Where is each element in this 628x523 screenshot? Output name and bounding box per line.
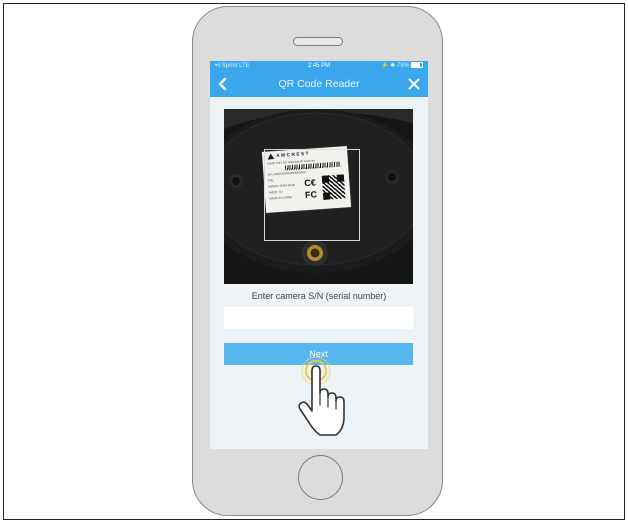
battery-icon xyxy=(411,62,423,69)
home-button-icon[interactable] xyxy=(298,455,343,500)
close-button[interactable] xyxy=(405,75,423,93)
phone-device: •ıl Sprint LTE 2:45 PM ⚡ ✱ 79% QR Code R… xyxy=(192,6,443,516)
scan-target-frame xyxy=(264,149,360,241)
camera-viewfinder[interactable]: AMCREST 1080P P&T HD Wireless IP Camera … xyxy=(224,109,413,284)
status-bar: •ıl Sprint LTE 2:45 PM ⚡ ✱ 79% xyxy=(210,61,428,72)
status-right-text: ⚡ ✱ 79% xyxy=(381,63,409,69)
earpiece-speaker xyxy=(293,37,343,46)
pointing-hand-icon xyxy=(298,357,345,436)
nav-bar: QR Code Reader xyxy=(210,72,428,97)
phone-screen: •ıl Sprint LTE 2:45 PM ⚡ ✱ 79% QR Code R… xyxy=(210,61,428,449)
serial-number-input[interactable] xyxy=(224,307,413,329)
page-title: QR Code Reader xyxy=(278,78,360,90)
close-icon xyxy=(408,78,420,90)
sn-field-label: Enter camera S/N (serial number) xyxy=(251,291,387,301)
status-battery: ⚡ ✱ 79% xyxy=(381,61,423,72)
